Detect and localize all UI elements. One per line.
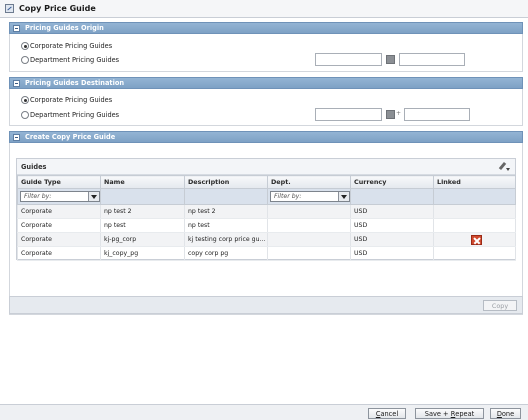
- table-row[interactable]: Corporate kj_copy_pg copy corp pg USD: [17, 246, 516, 261]
- destination-corporate-option[interactable]: Corporate Pricing Guides: [21, 96, 112, 104]
- col-header-dept[interactable]: Dept.: [267, 175, 351, 189]
- destination-department-label: Department Pricing Guides: [30, 111, 120, 119]
- destination-corporate-label: Corporate Pricing Guides: [30, 96, 113, 104]
- table-row[interactable]: Corporate kj-pg_corp kj testing corp pri…: [17, 232, 516, 247]
- filter-row: Filter by: Filter by:: [17, 188, 516, 205]
- destination-dept-field[interactable]: [315, 108, 382, 121]
- done-button[interactable]: Done: [490, 408, 521, 419]
- destination-panel-title: Pricing Guides Destination: [25, 79, 125, 87]
- copy-button[interactable]: Copy: [483, 300, 517, 311]
- origin-department-option[interactable]: Department Pricing Guides: [21, 56, 119, 64]
- col-header-description[interactable]: Description: [184, 175, 268, 189]
- destination-dept-name-field[interactable]: [404, 108, 470, 121]
- filter-cell: Filter by:: [17, 188, 101, 205]
- cell-linked: [433, 218, 516, 233]
- cell-dept: [267, 218, 351, 233]
- col-header-currency[interactable]: Currency: [350, 175, 434, 189]
- destination-department-option[interactable]: Department Pricing Guides: [21, 111, 119, 119]
- filter-cell: [350, 188, 434, 205]
- dialog-footer: Cancel Save + Repeat Done: [0, 404, 528, 420]
- guides-grid: Guides Guide Type Name Description Dept.…: [16, 158, 516, 261]
- filter-cell: [433, 188, 516, 205]
- origin-corporate-label: Corporate Pricing Guides: [30, 42, 113, 50]
- origin-corporate-option[interactable]: Corporate Pricing Guides: [21, 42, 112, 50]
- guide-type-filter-select[interactable]: Filter by:: [20, 191, 100, 202]
- filter-cell: Filter by:: [267, 188, 351, 205]
- filter-placeholder: Filter by:: [24, 193, 52, 200]
- collapse-icon[interactable]: [13, 24, 20, 32]
- create-panel-title: Create Copy Price Guide: [25, 133, 116, 141]
- origin-dept-name-field[interactable]: [399, 53, 465, 66]
- origin-panel-title: Pricing Guides Origin: [25, 24, 104, 32]
- guides-table: Guide Type Name Description Dept. Curren…: [17, 175, 516, 261]
- cell-linked: [433, 246, 516, 261]
- guides-label: Guides: [21, 162, 47, 171]
- cell-currency: USD: [350, 204, 434, 219]
- save-repeat-button[interactable]: Save + Repeat: [415, 408, 484, 419]
- done-label-post: one: [501, 409, 515, 418]
- col-header-guide-type[interactable]: Guide Type: [17, 175, 101, 189]
- col-header-linked[interactable]: Linked: [433, 175, 516, 189]
- cell-currency: USD: [350, 232, 434, 247]
- cell-linked: [433, 204, 516, 219]
- cell-guide-type: Corporate: [17, 232, 101, 247]
- origin-dept-lookup-button[interactable]: [386, 55, 395, 64]
- cell-name: kj_copy_pg: [100, 246, 185, 261]
- edit-icon[interactable]: [498, 162, 510, 172]
- cell-guide-type: Corporate: [17, 246, 101, 261]
- filter-cell: [100, 188, 185, 205]
- origin-panel-header[interactable]: Pricing Guides Origin: [9, 22, 523, 34]
- cell-name: np test: [100, 218, 185, 233]
- origin-dept-field[interactable]: [315, 53, 382, 66]
- origin-department-radio[interactable]: [21, 56, 29, 64]
- cell-currency: USD: [350, 246, 434, 261]
- chevron-down-icon[interactable]: [88, 192, 99, 201]
- cell-description: np test: [184, 218, 268, 233]
- window-title: Copy Price Guide: [19, 4, 96, 13]
- origin-corporate-radio[interactable]: [21, 42, 29, 50]
- filter-placeholder: Filter by:: [274, 193, 302, 200]
- collapse-icon[interactable]: [13, 79, 20, 87]
- destination-panel-header[interactable]: Pricing Guides Destination: [9, 77, 523, 89]
- copy-toolbar: Copy: [9, 296, 523, 314]
- cell-linked: [433, 232, 516, 247]
- save-repeat-label-post: epeat: [455, 409, 475, 418]
- cancel-label-post: ancel: [380, 409, 399, 418]
- filter-cell: [184, 188, 268, 205]
- cell-currency: USD: [350, 218, 434, 233]
- cell-description: np test 2: [184, 204, 268, 219]
- plus-icon: +: [396, 110, 402, 117]
- chevron-down-icon[interactable]: [338, 192, 349, 201]
- table-row[interactable]: Corporate np test np test USD: [17, 218, 516, 233]
- cell-guide-type: Corporate: [17, 218, 101, 233]
- save-repeat-label-pre: Save +: [424, 409, 451, 418]
- cell-dept: [267, 232, 351, 247]
- cell-guide-type: Corporate: [17, 204, 101, 219]
- cell-name: kj-pg_corp: [100, 232, 185, 247]
- destination-dept-lookup-button[interactable]: [386, 110, 395, 119]
- cell-dept: [267, 246, 351, 261]
- cell-dept: [267, 204, 351, 219]
- origin-department-label: Department Pricing Guides: [30, 56, 120, 64]
- linked-x-icon[interactable]: [471, 234, 482, 245]
- col-header-name[interactable]: Name: [100, 175, 185, 189]
- cell-description: copy corp pg: [184, 246, 268, 261]
- cell-name: np test 2: [100, 204, 185, 219]
- table-header-row: Guide Type Name Description Dept. Curren…: [17, 175, 516, 189]
- copy-window-icon: [5, 4, 14, 13]
- destination-department-radio[interactable]: [21, 111, 29, 119]
- cancel-button[interactable]: Cancel: [368, 408, 406, 419]
- collapse-icon[interactable]: [13, 133, 20, 141]
- table-row[interactable]: Corporate np test 2 np test 2 USD: [17, 204, 516, 219]
- destination-corporate-radio[interactable]: [21, 96, 29, 104]
- guides-grid-header: Guides: [17, 159, 515, 175]
- cell-description: kj testing corp price gu...: [184, 232, 268, 247]
- create-panel-header[interactable]: Create Copy Price Guide: [9, 131, 523, 143]
- title-bar: Copy Price Guide: [0, 0, 528, 18]
- dept-filter-select[interactable]: Filter by:: [270, 191, 350, 202]
